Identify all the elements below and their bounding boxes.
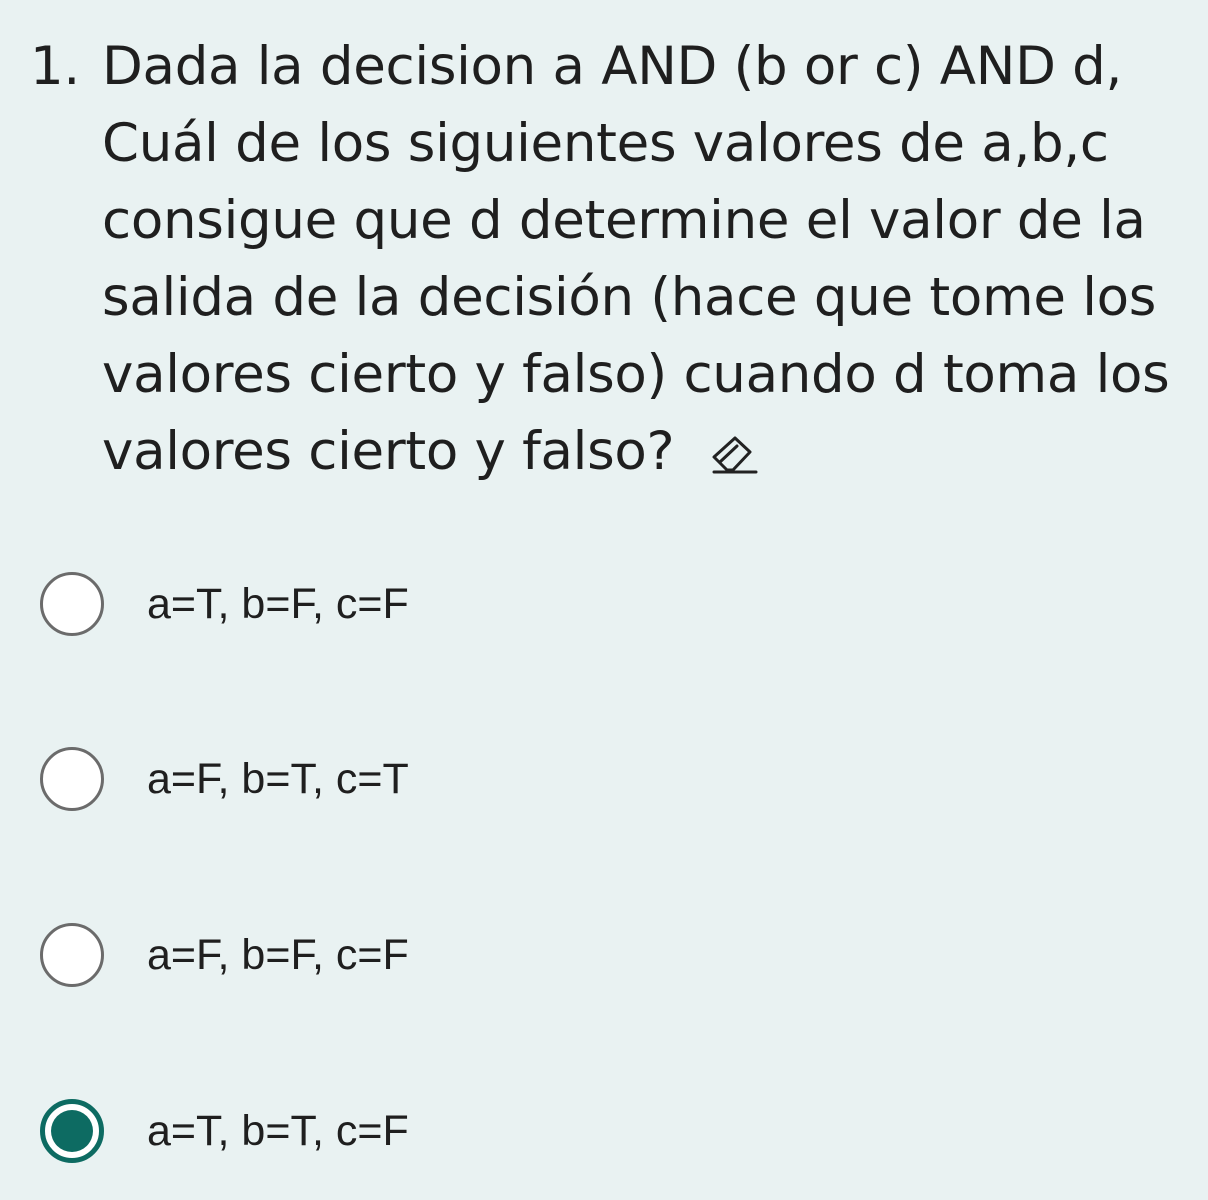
answer-option-2[interactable]: a=F, b=T, c=T [40, 742, 740, 816]
answer-option-1[interactable]: a=T, b=F, c=F [40, 567, 740, 641]
option-label: a=F, b=T, c=T [147, 754, 409, 803]
option-label: a=F, b=F, c=F [147, 930, 409, 979]
radio-button[interactable] [40, 572, 104, 636]
eraser-icon[interactable] [706, 435, 764, 475]
radio-button-selected[interactable] [40, 1099, 104, 1163]
radio-button[interactable] [40, 747, 104, 811]
question-text: Dada la decision a AND (b or c) AND d, C… [102, 36, 1170, 482]
question-number: 1. [30, 36, 80, 97]
answer-option-4[interactable]: a=T, b=T, c=F [40, 1094, 740, 1168]
answer-option-3[interactable]: a=F, b=F, c=F [40, 918, 740, 992]
option-label: a=T, b=T, c=F [147, 1106, 409, 1155]
question: 1. Dada la decision a AND (b or c) AND d… [30, 28, 1200, 490]
radio-button[interactable] [40, 923, 104, 987]
option-label: a=T, b=F, c=F [147, 579, 409, 628]
question-text-block: Dada la decision a AND (b or c) AND d, C… [102, 28, 1197, 490]
